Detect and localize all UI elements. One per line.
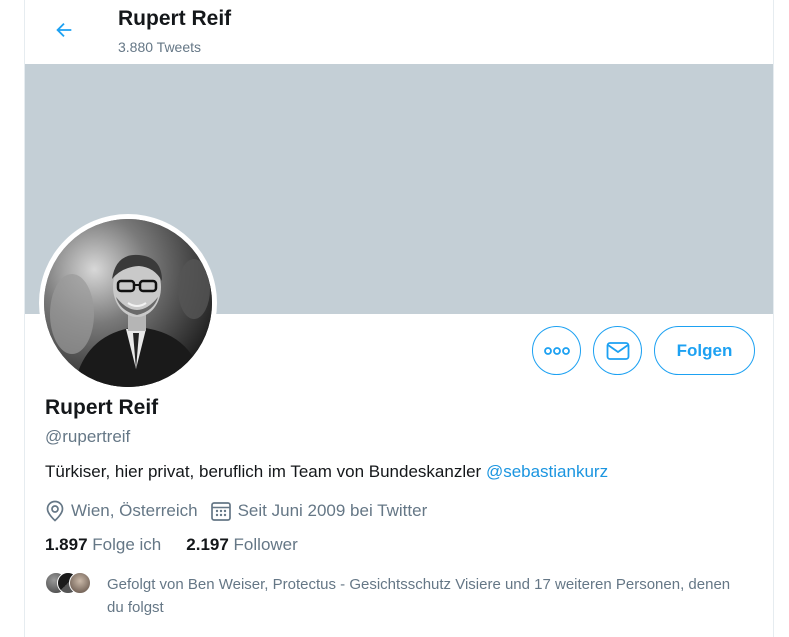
followed-by-text: Gefolgt von Ben Weiser, Protectus - Gesi… — [107, 576, 731, 616]
profile-handle: @rupertreif — [45, 427, 131, 446]
following-label: Folge ich — [92, 535, 162, 554]
bio-text: Türkiser, hier privat, beruflich im Team… — [45, 462, 486, 481]
profile-stats: 1.897 Folge ich 2.197 Follower — [45, 535, 323, 555]
avatar-portrait — [44, 219, 212, 387]
profile-name: Rupert Reif — [45, 396, 159, 419]
followers-link[interactable]: 2.197 Follower — [186, 535, 298, 555]
profile-meta: Wien, Österreich Seit Juni 2009 bei Twit… — [45, 498, 439, 524]
header-title: Rupert Reif — [118, 7, 232, 30]
more-dots-icon — [543, 346, 570, 355]
more-button[interactable] — [532, 326, 581, 375]
envelope-icon — [606, 341, 629, 360]
followed-by[interactable]: Gefolgt von Ben Weiser, Protectus - Gesi… — [45, 572, 765, 619]
profile-header: Rupert Reif 3.880 Tweets — [25, 0, 773, 64]
joined-text: Seit Juni 2009 bei Twitter — [237, 501, 428, 520]
joined-item: Seit Juni 2009 bei Twitter — [210, 500, 428, 522]
tweets-count: 3.880 Tweets — [118, 39, 202, 55]
location-text: Wien, Österreich — [71, 501, 198, 520]
back-button[interactable] — [45, 11, 83, 49]
profile-avatar[interactable] — [39, 214, 217, 392]
message-button[interactable] — [593, 326, 642, 375]
following-count: 1.897 — [45, 535, 88, 554]
follower-avatar — [69, 572, 91, 594]
follow-button[interactable]: Folgen — [654, 326, 755, 375]
profile-bio: Türkiser, hier privat, beruflich im Team… — [45, 462, 608, 482]
followers-label: Follower — [233, 535, 298, 554]
followed-by-avatars — [45, 572, 103, 594]
bio-mention-link[interactable]: @sebastiankurz — [486, 462, 608, 481]
followers-count: 2.197 — [186, 535, 229, 554]
avatar-photo — [44, 219, 212, 387]
location-pin-icon — [46, 500, 64, 522]
profile-column: Rupert Reif 3.880 Tweets Folgen Rupert R… — [24, 0, 774, 637]
location-item: Wien, Österreich — [45, 500, 198, 522]
following-link[interactable]: 1.897 Folge ich — [45, 535, 161, 555]
arrow-left-icon — [56, 22, 72, 38]
calendar-icon — [210, 502, 231, 521]
